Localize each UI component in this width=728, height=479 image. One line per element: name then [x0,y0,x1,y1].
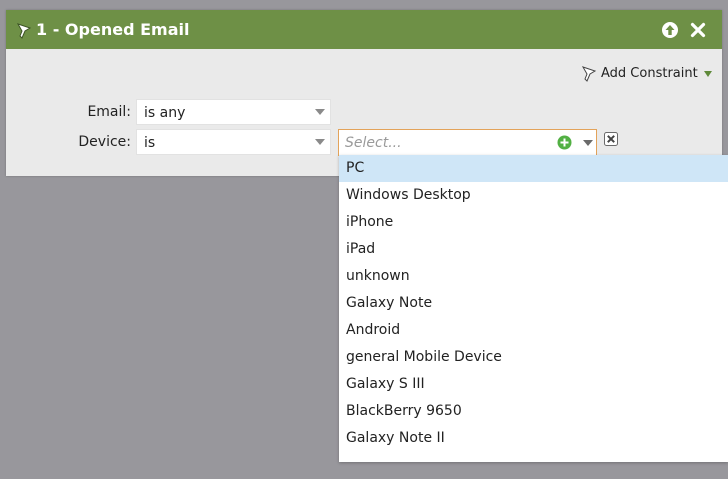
chevron-down-icon [315,109,325,115]
dropdown-option-general-mobile-device[interactable]: general Mobile Device [339,344,728,371]
chevron-down-icon[interactable] [583,140,593,146]
device-options-dropdown: PC Windows Desktop iPhone iPad unknown G… [339,155,728,462]
chevron-down-icon [703,71,712,77]
dropdown-option-windows-desktop[interactable]: Windows Desktop [339,182,728,209]
device-operator-select[interactable]: is [136,129,331,155]
remove-box-icon[interactable] [604,132,618,146]
dropdown-option-unknown[interactable]: unknown [339,263,728,290]
device-operator-value: is [144,135,156,151]
chevron-down-icon [315,139,325,145]
filter-funnel-icon[interactable] [16,22,34,40]
panel-title: 1 - Opened Email [36,20,190,39]
dropdown-option-galaxy-note[interactable]: Galaxy Note [339,290,728,317]
panel-header: 1 - Opened Email [6,10,722,49]
device-value-input[interactable]: Select... [338,129,597,156]
email-operator-select[interactable]: is any [136,99,331,125]
device-label: Device: [78,134,131,150]
add-constraint-button[interactable]: Add Constraint [582,65,713,83]
dropdown-option-galaxy-s-iii[interactable]: Galaxy S III [339,371,728,398]
dropdown-option-pc[interactable]: PC [339,155,728,182]
collapse-button[interactable] [661,21,679,39]
close-button[interactable] [689,21,707,39]
dropdown-option-android[interactable]: Android [339,317,728,344]
email-operator-value: is any [144,105,186,121]
filter-funnel-icon [582,66,597,82]
add-constraint-label: Add Constraint [601,66,698,81]
device-value-placeholder: Select... [345,135,402,151]
plus-circle-icon[interactable] [557,135,572,150]
email-label: Email: [87,104,131,120]
dropdown-option-blackberry-9650[interactable]: BlackBerry 9650 [339,398,728,425]
dropdown-option-ipad[interactable]: iPad [339,236,728,263]
dropdown-option-iphone[interactable]: iPhone [339,209,728,236]
dropdown-option-galaxy-note-ii[interactable]: Galaxy Note II [339,425,728,452]
